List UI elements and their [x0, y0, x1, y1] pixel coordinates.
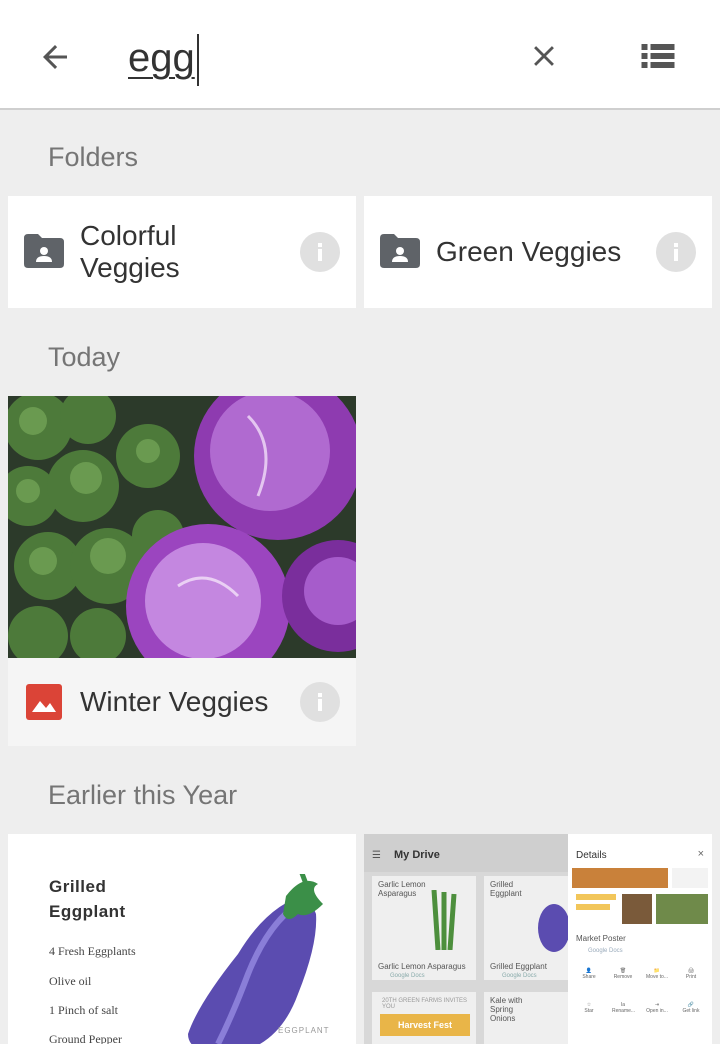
mini-tile-sub: Google Docs — [390, 973, 425, 979]
rename-action: Ia Rename... — [612, 1002, 636, 1014]
details-title: Details — [576, 850, 607, 861]
section-header-earlier: Earlier this Year — [48, 780, 238, 810]
recipe-title: Grilled Eggplant — [49, 874, 126, 924]
move-action: 📁 Move to... — [646, 968, 668, 980]
eggplant-illustration — [188, 874, 323, 1044]
flyer-text: 20TH GREEN FARMS INVITES YOU — [382, 998, 468, 1010]
ingredient: Ground Pepper — [49, 1032, 122, 1044]
file-card[interactable]: ☰ My Drive Garlic Lemon Asparagus Garlic… — [364, 834, 712, 1044]
eggplant-illustration — [538, 904, 568, 952]
list-view-button[interactable] — [632, 30, 684, 82]
section-header-folders: Folders — [48, 142, 139, 172]
back-button[interactable] — [30, 32, 80, 82]
file-name: Winter Veggies — [80, 686, 269, 717]
file-footer: Winter Veggies — [8, 658, 356, 746]
details-actions-row: ☆ Star Ia Rename... ⇥ Open in... 🔗 Get link — [572, 1002, 708, 1014]
asparagus-illustration — [431, 890, 457, 950]
list-view-icon — [641, 44, 675, 68]
recipe-title-line: Eggplant — [49, 902, 126, 921]
mini-tile-caption: Grilled Eggplant — [490, 962, 547, 971]
remove-action: 🗑 Remove — [613, 968, 633, 980]
folder-info-button[interactable] — [300, 232, 340, 272]
file-info-button[interactable] — [300, 682, 340, 722]
close-icon — [534, 46, 554, 66]
watermark: EGGPLANT — [278, 1026, 330, 1035]
mini-tile-caption: Garlic Lemon Asparagus — [378, 962, 466, 971]
search-query: egg — [128, 36, 195, 80]
shared-folder-icon — [380, 234, 420, 268]
mini-tile-sub: Google Docs — [502, 973, 537, 979]
get-link-action: 🔗 Get link — [682, 1002, 700, 1014]
harvest-banner: Harvest Fest — [380, 1014, 470, 1036]
folder-card[interactable]: Colorful Veggies — [8, 196, 356, 308]
info-icon — [318, 693, 322, 711]
details-panel: Details × Market Poster Google Docs 👤 Sha… — [568, 834, 712, 1044]
ingredient: 1 Pinch of salt — [49, 1003, 118, 1017]
star-action: ☆ Star — [584, 1002, 594, 1014]
print-action: 🖨 Print — [685, 968, 697, 980]
mini-tile: Kale with Spring Onions — [484, 992, 568, 1044]
section-header-today: Today — [48, 342, 121, 372]
search-toolbar: egg — [0, 0, 720, 110]
recipe-title-line: Grilled — [49, 877, 107, 896]
details-file-name: Market Poster — [576, 934, 626, 943]
text-caret — [196, 34, 199, 87]
file-card[interactable]: Winter Veggies — [8, 396, 356, 746]
ingredient: Olive oil — [49, 974, 92, 988]
mini-tile-title: Kale with Spring Onions — [490, 996, 523, 1023]
folder-name: Colorful Veggies — [80, 220, 180, 283]
shared-folder-icon — [24, 234, 64, 268]
details-file-type: Google Docs — [588, 948, 623, 954]
folder-info-button[interactable] — [656, 232, 696, 272]
details-actions-row: 👤 Share 🗑 Remove 📁 Move to... 🖨 Print — [572, 968, 708, 980]
mini-app-title: My Drive — [394, 849, 440, 861]
share-action: 👤 Share — [582, 968, 596, 980]
file-card[interactable]: Grilled Eggplant 4 Fresh Eggplants Olive… — [8, 834, 356, 1044]
close-icon: × — [697, 848, 704, 860]
folder-name: Green Veggies — [436, 236, 622, 267]
mini-tile-title: Grilled Eggplant — [490, 880, 522, 898]
file-thumbnail — [8, 396, 356, 658]
info-icon — [318, 243, 322, 261]
image-file-icon — [26, 684, 62, 720]
folder-card[interactable]: Green Veggies — [364, 196, 712, 308]
menu-icon: ☰ — [372, 850, 381, 861]
poster-preview — [572, 868, 708, 924]
ingredient: 4 Fresh Eggplants — [49, 944, 136, 958]
arrow-back-icon — [43, 45, 67, 69]
clear-search-button[interactable] — [518, 30, 570, 82]
search-input[interactable]: egg — [128, 30, 199, 87]
mini-tile: Garlic Lemon Asparagus Garlic Lemon Aspa… — [372, 876, 476, 980]
open-in-action: ⇥ Open in... — [646, 1002, 668, 1014]
mini-header: ☰ My Drive — [364, 834, 568, 872]
mini-tile: Grilled Eggplant Grilled Eggplant Google… — [484, 876, 568, 980]
info-icon — [674, 243, 678, 261]
